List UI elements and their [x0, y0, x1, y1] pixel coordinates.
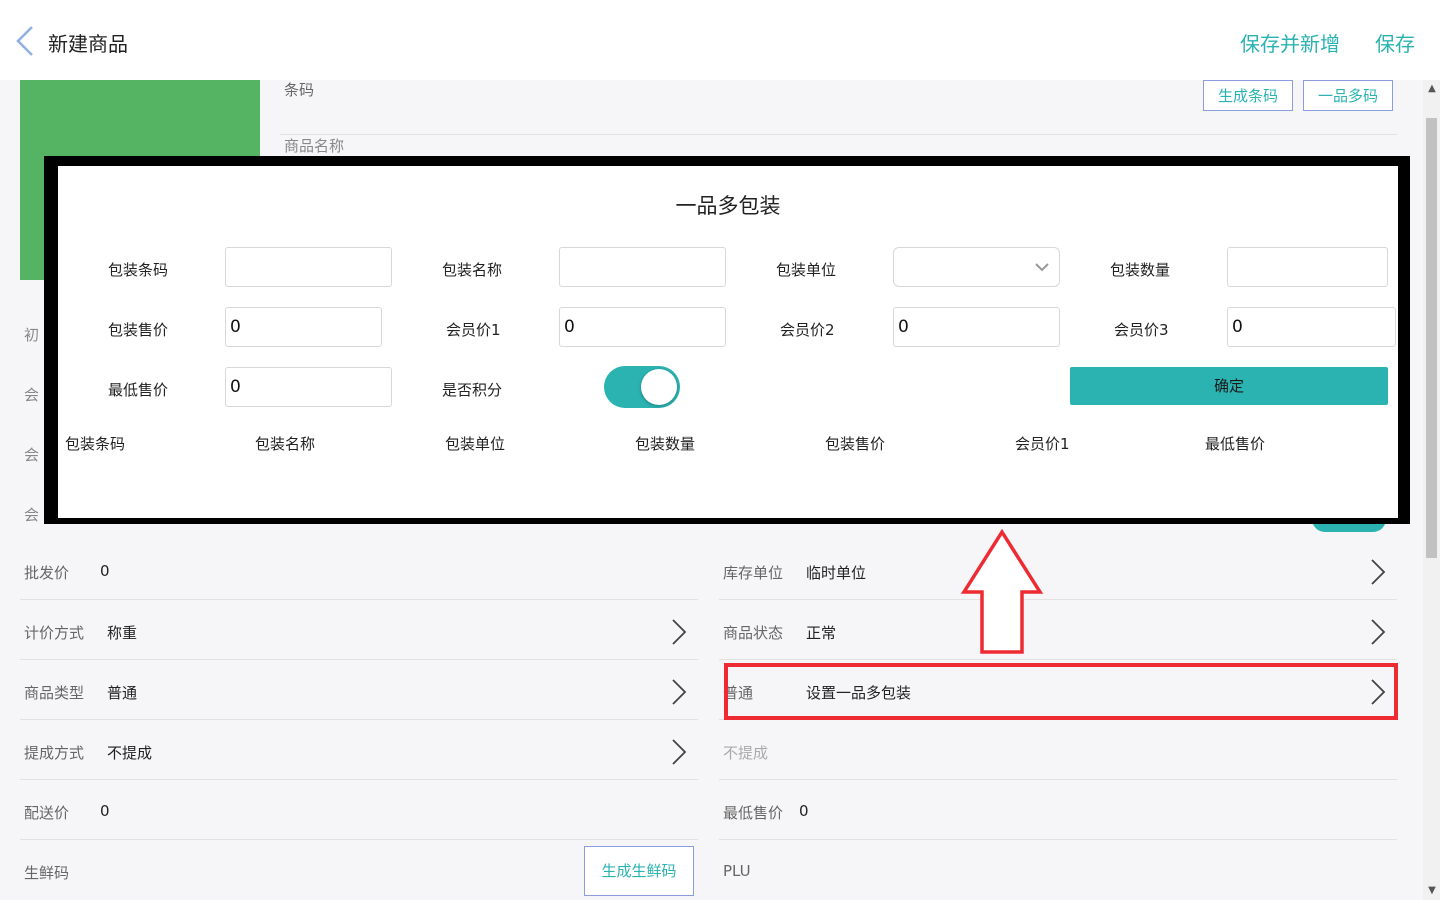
pkg-qty-label: 包装数量: [1110, 261, 1171, 279]
min-price-value: 0: [799, 802, 809, 820]
stock-unit-row[interactable]: 库存单位 临时单位: [719, 540, 1397, 600]
pkg-unit-label: 包装单位: [776, 261, 837, 279]
pkg-name-input[interactable]: [559, 247, 726, 287]
commission-value: 不提成: [107, 744, 153, 762]
product-name-label: 商品名称: [284, 137, 345, 155]
pkg-qty-input[interactable]: [1227, 247, 1388, 287]
min-price-dialog-label: 最低售价: [108, 381, 169, 399]
table-header-cell: 包装售价: [825, 435, 886, 453]
plu-row[interactable]: PLU: [719, 840, 1397, 900]
pkg-name-label: 包装名称: [442, 261, 503, 279]
barcode-row: 条码 生成条码 一品多码: [280, 80, 1397, 135]
chevron-right-icon: [1369, 558, 1387, 586]
product-type-label: 商品类型: [24, 684, 85, 702]
pricing-method-label: 计价方式: [24, 624, 85, 642]
table-header-cell: 包装名称: [255, 435, 316, 453]
partial-label: 会: [24, 506, 40, 524]
commission-right-row: 不提成: [719, 720, 1397, 780]
commission-row[interactable]: 提成方式 不提成: [20, 720, 698, 780]
pkg-unit-select[interactable]: [893, 247, 1060, 287]
product-type-value: 普通: [107, 684, 138, 702]
commission-right-label: 不提成: [723, 744, 769, 762]
delivery-price-label: 配送价: [24, 804, 70, 822]
delivery-price-value: 0: [100, 802, 110, 820]
multi-package-label: 普通: [723, 684, 754, 702]
wholesale-price-row[interactable]: 批发价 0: [20, 540, 698, 600]
partial-label: 会: [24, 386, 40, 404]
chevron-right-icon: [670, 618, 688, 646]
fresh-code-row: 生鲜码 生成生鲜码: [20, 840, 698, 900]
pkg-price-input[interactable]: [225, 307, 382, 347]
page-title: 新建商品: [48, 32, 128, 56]
wholesale-price-label: 批发价: [24, 564, 70, 582]
save-and-new-button[interactable]: 保存并新增: [1240, 28, 1340, 57]
scroll-up-icon[interactable]: ▲: [1425, 82, 1439, 96]
table-header-cell: 最低售价: [1205, 435, 1266, 453]
chevron-down-icon: [1035, 263, 1049, 272]
multi-barcode-button[interactable]: 一品多码: [1303, 80, 1393, 111]
top-bar: 新建商品 保存并新增 保存: [0, 0, 1440, 80]
fresh-code-label: 生鲜码: [24, 864, 70, 882]
member-price2-input[interactable]: [893, 307, 1060, 347]
pkg-price-label: 包装售价: [108, 321, 169, 339]
min-price-row[interactable]: 最低售价 0: [719, 780, 1397, 840]
confirm-button[interactable]: 确定: [1070, 367, 1388, 405]
table-header-cell: 会员价1: [1015, 435, 1070, 453]
table-header-cell: 包装数量: [635, 435, 696, 453]
points-label: 是否积分: [442, 381, 503, 399]
chevron-right-icon: [670, 738, 688, 766]
toggle-knob: [641, 369, 677, 405]
product-status-row[interactable]: 商品状态 正常: [719, 600, 1397, 660]
multi-package-value: 设置一品多包装: [806, 684, 912, 702]
save-button[interactable]: 保存: [1375, 28, 1415, 57]
multi-package-dialog: 一品多包装 包装条码 包装名称 包装单位 包装数量 包装售价 会员价1 会员价2…: [58, 166, 1398, 518]
generate-barcode-button[interactable]: 生成条码: [1203, 80, 1293, 111]
generate-fresh-code-button[interactable]: 生成生鲜码: [584, 846, 694, 896]
min-price-input[interactable]: [225, 367, 392, 407]
member-price1-input[interactable]: [559, 307, 726, 347]
table-header-cell: 包装条码: [65, 435, 126, 453]
min-price-label: 最低售价: [723, 804, 784, 822]
points-toggle[interactable]: [604, 366, 680, 408]
plu-label: PLU: [723, 862, 751, 880]
pkg-barcode-label: 包装条码: [108, 261, 169, 279]
chevron-right-icon: [670, 678, 688, 706]
pricing-method-value: 称重: [107, 624, 138, 642]
barcode-label: 条码: [284, 81, 315, 99]
member-price1-label: 会员价1: [446, 321, 501, 339]
stock-unit-label: 库存单位: [723, 564, 784, 582]
member-price3-label: 会员价3: [1114, 321, 1169, 339]
table-header-cell: 包装单位: [445, 435, 506, 453]
member-price2-label: 会员价2: [780, 321, 835, 339]
scroll-down-icon[interactable]: ▼: [1425, 884, 1439, 898]
chevron-right-icon: [1369, 618, 1387, 646]
multi-package-row[interactable]: 普通 设置一品多包装: [719, 660, 1397, 720]
product-status-label: 商品状态: [723, 624, 784, 642]
product-status-value: 正常: [806, 624, 837, 642]
product-type-row[interactable]: 商品类型 普通: [20, 660, 698, 720]
pricing-method-row[interactable]: 计价方式 称重: [20, 600, 698, 660]
scrollbar-thumb[interactable]: [1426, 118, 1437, 558]
commission-label: 提成方式: [24, 744, 85, 762]
stock-unit-value: 临时单位: [806, 564, 867, 582]
member-price3-input[interactable]: [1227, 307, 1396, 347]
chevron-right-icon: [1369, 678, 1387, 706]
dialog-title: 一品多包装: [675, 194, 781, 218]
pkg-barcode-input[interactable]: [225, 247, 392, 287]
delivery-price-row[interactable]: 配送价 0: [20, 780, 698, 840]
back-icon[interactable]: [12, 24, 40, 58]
wholesale-price-value: 0: [100, 562, 110, 580]
partial-label: 会: [24, 446, 40, 464]
partial-label: 初: [24, 326, 40, 344]
